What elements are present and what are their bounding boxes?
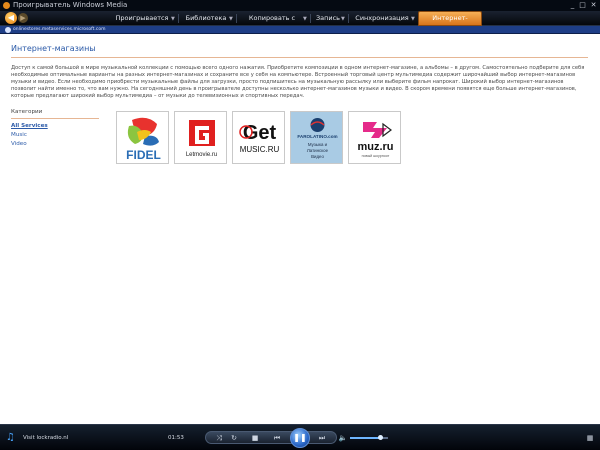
grid-icon[interactable]: ▦	[586, 434, 594, 442]
chevron-down-icon[interactable]: ▼	[411, 16, 415, 22]
muzru-logo: muz.ru новый шоурноот	[357, 122, 394, 158]
tab-online-stores[interactable]: Интернет-магазины	[418, 11, 482, 35]
previous-icon[interactable]: ⏮	[270, 433, 284, 443]
close-button[interactable]: ✕	[589, 1, 598, 10]
title-bar: Проигрыватель Windows Media _ □ ✕	[0, 0, 600, 11]
category-music[interactable]: Music	[11, 132, 27, 138]
svg-text:Музыка и: Музыка и	[308, 142, 328, 147]
tab-library[interactable]: Библиотека	[181, 11, 231, 26]
categories-divider	[11, 118, 99, 119]
svg-text:Латинское: Латинское	[307, 148, 329, 153]
svg-text:FAROLATINO.com: FAROLATINO.com	[297, 134, 337, 139]
chevron-down-icon[interactable]: ▼	[341, 16, 345, 22]
store-tile-farolatino[interactable]: FAROLATINO.com Музыка и Латинское Видео	[290, 111, 343, 164]
categories-heading: Категории	[11, 109, 43, 115]
svg-text:muz.ru: muz.ru	[357, 141, 393, 153]
address-text: onlinestores.metaservices.microsoft.com	[13, 27, 106, 32]
app-logo-icon	[3, 2, 10, 9]
next-icon[interactable]: ⏭	[315, 433, 329, 443]
svg-text:Видео: Видео	[311, 154, 324, 159]
chevron-down-icon[interactable]: ▼	[229, 16, 233, 22]
maximize-button[interactable]: □	[578, 1, 587, 10]
chevron-down-icon[interactable]: ▼	[171, 16, 175, 22]
store-tile-letmovie[interactable]: Letmovie.ru	[174, 111, 227, 164]
page-description: Доступ к самой большой в мире музыкально…	[11, 65, 585, 99]
address-bar: onlinestores.metaservices.microsoft.com	[0, 26, 600, 34]
forward-button[interactable]: ▶	[18, 13, 28, 23]
player-bar: ♫ Visit lockradio.nl 01:53 ⤨ ↻ ■ ⏮ ❚❚ ⏭ …	[0, 424, 600, 450]
svg-text:новый шоурноот: новый шоурноот	[362, 154, 390, 158]
page-title: Интернет-магазины	[11, 44, 96, 53]
chevron-down-icon[interactable]: ▼	[303, 16, 307, 22]
nav-bar: ◀ ▶ Проигрывается ▼ Библиотека ▼ Копиров…	[0, 11, 600, 37]
stop-icon[interactable]: ■	[250, 433, 260, 443]
window-title: Проигрыватель Windows Media	[13, 1, 128, 9]
svg-text:FIDEL: FIDEL	[126, 148, 161, 162]
letmovie-logo: Letmovie.ru	[186, 120, 217, 158]
getmusic-logo: Get MUSIC.RU	[239, 122, 280, 154]
repeat-icon[interactable]: ↻	[229, 433, 239, 443]
category-video[interactable]: Video	[11, 141, 27, 147]
tab-burn[interactable]: Запись	[313, 11, 343, 26]
music-note-icon: ♫	[6, 432, 15, 443]
title-divider	[11, 57, 588, 58]
svg-text:MUSIC.RU: MUSIC.RU	[240, 145, 280, 154]
minimize-button[interactable]: _	[568, 1, 577, 10]
shuffle-icon[interactable]: ⤨	[214, 433, 224, 443]
globe-icon	[5, 27, 11, 33]
pause-icon[interactable]: ❚❚	[290, 428, 310, 448]
svg-text:Letmovie.ru: Letmovie.ru	[186, 152, 217, 158]
farolatino-logo: FAROLATINO.com Музыка и Латинское Видео	[297, 118, 338, 159]
speaker-icon[interactable]: 🔈	[338, 433, 348, 443]
elapsed-time: 01:53	[168, 435, 184, 441]
category-all-services[interactable]: All Services	[11, 123, 48, 129]
store-content: Интернет-магазины Доступ к самой большой…	[0, 34, 600, 424]
volume-knob[interactable]	[377, 435, 383, 440]
svg-text:Get: Get	[243, 122, 277, 144]
status-text: Visit lockradio.nl	[23, 435, 69, 441]
tab-now-playing[interactable]: Проигрывается	[112, 11, 172, 26]
tab-sync[interactable]: Синхронизация	[351, 11, 413, 26]
store-tile-fidel[interactable]: FIDEL	[116, 111, 169, 164]
volume-slider[interactable]	[350, 435, 388, 440]
store-tile-muzru[interactable]: muz.ru новый шоурноот	[348, 111, 401, 164]
fidel-logo: FIDEL	[126, 117, 161, 162]
tab-rip[interactable]: Копировать с диска	[239, 11, 305, 37]
store-tile-getmusic[interactable]: Get MUSIC.RU	[232, 111, 285, 164]
back-button[interactable]: ◀	[5, 12, 17, 24]
volume-level	[350, 437, 381, 439]
